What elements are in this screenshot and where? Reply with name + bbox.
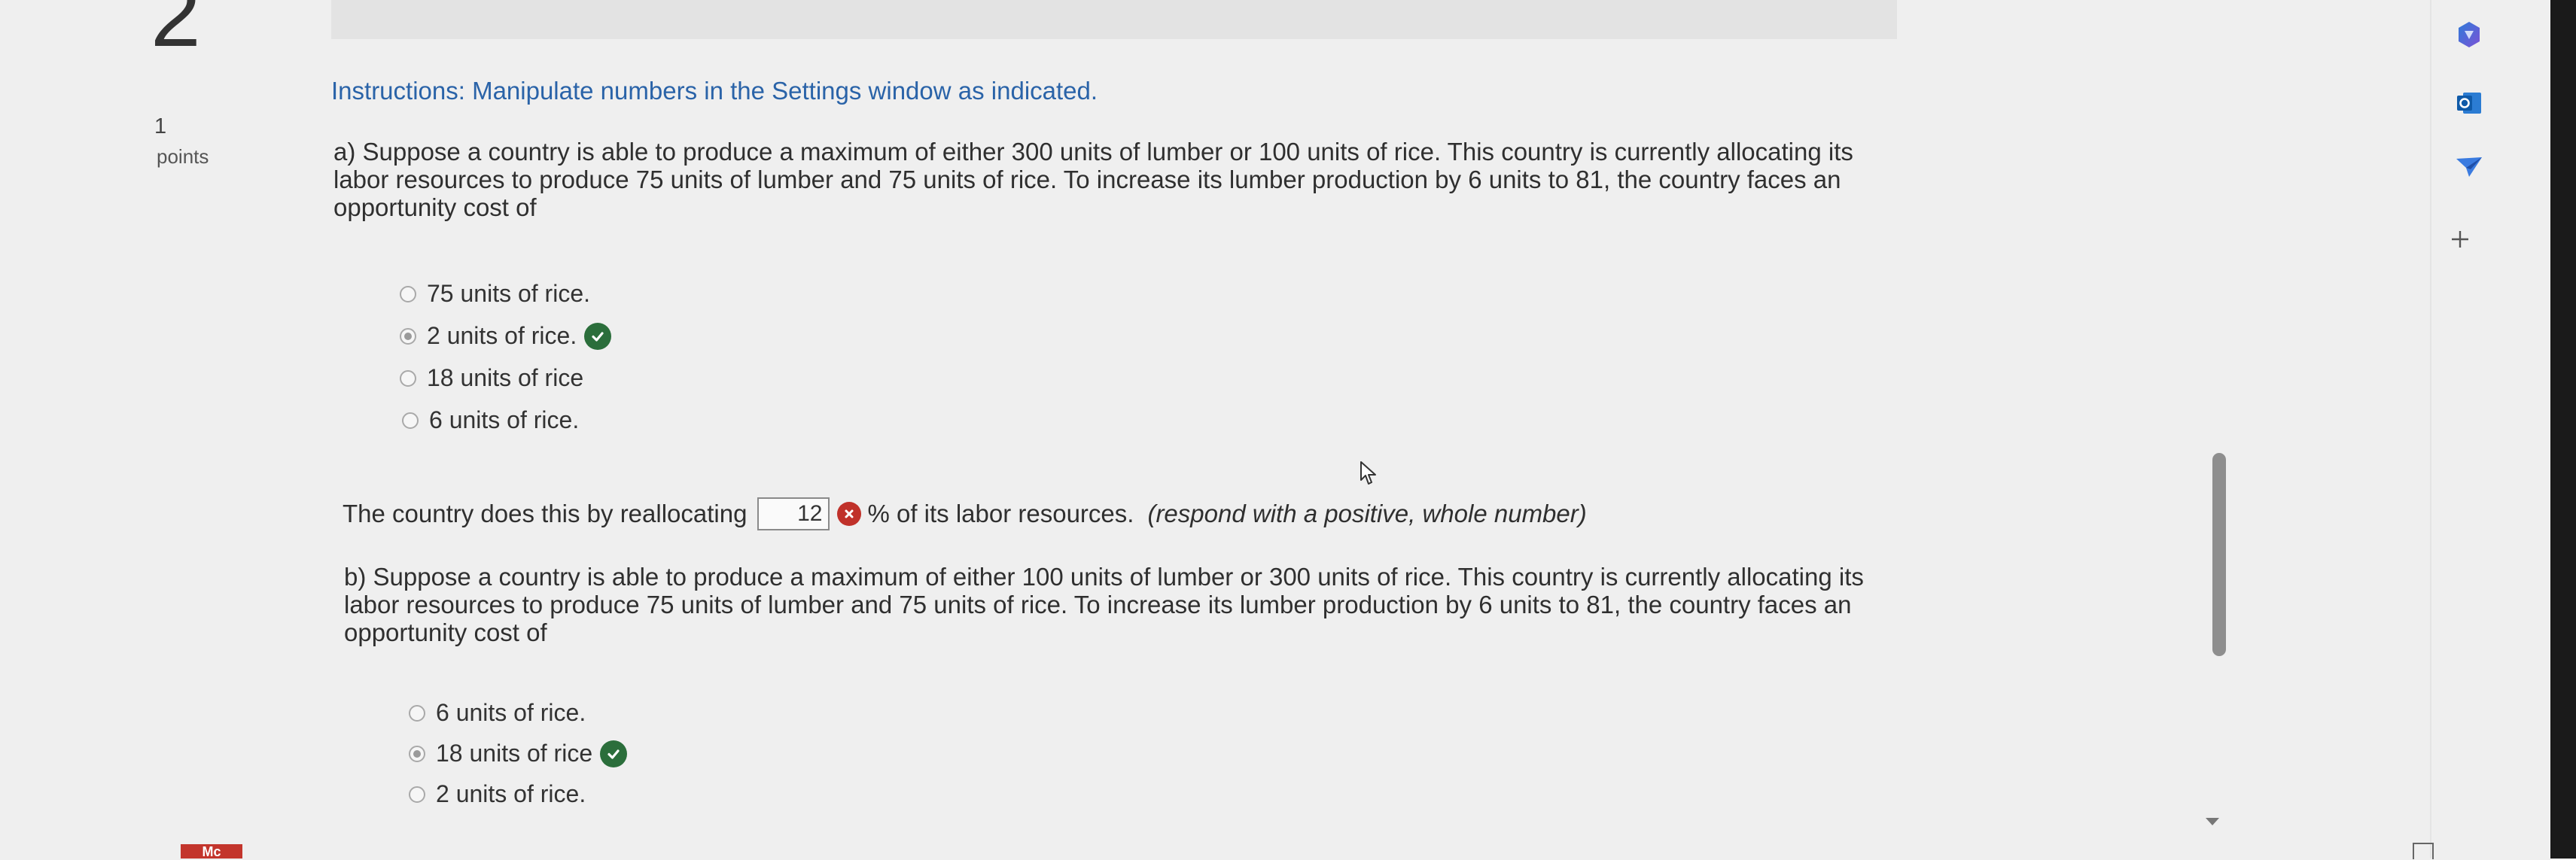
- correct-check-icon: [584, 322, 612, 350]
- radio-button[interactable]: [402, 412, 419, 429]
- option-a3[interactable]: 18 units of rice: [400, 364, 583, 392]
- option-label: 75 units of rice.: [427, 280, 590, 307]
- incorrect-x-icon: [837, 502, 862, 526]
- sidebar-divider: [2430, 0, 2431, 858]
- copilot-icon[interactable]: [2453, 18, 2486, 51]
- option-a1[interactable]: 75 units of rice.: [400, 280, 590, 308]
- scrollbar-thumb[interactable]: [2212, 453, 2226, 656]
- panel-toggle-icon[interactable]: [2413, 843, 2434, 859]
- radio-button[interactable]: [409, 786, 425, 803]
- send-icon[interactable]: [2453, 153, 2486, 181]
- option-a4[interactable]: 6 units of rice.: [402, 406, 579, 434]
- option-label: 2 units of rice.: [436, 780, 586, 807]
- option-b3[interactable]: 2 units of rice.: [409, 780, 586, 808]
- instructions-text: Instructions: Manipulate numbers in the …: [331, 77, 1098, 105]
- option-label: 18 units of rice: [427, 364, 584, 391]
- screen-bezel: [2550, 0, 2576, 858]
- radio-button[interactable]: [409, 704, 425, 722]
- correct-check-icon: [600, 740, 628, 767]
- option-b1[interactable]: 6 units of rice.: [409, 699, 586, 727]
- part-b-question: b) Suppose a country is able to produce …: [344, 563, 1864, 646]
- question-number: 2: [151, 0, 201, 65]
- radio-button-selected[interactable]: [400, 327, 416, 345]
- mouse-cursor-icon: [1360, 460, 1379, 490]
- radio-button[interactable]: [400, 369, 416, 387]
- option-b2[interactable]: 18 units of rice: [409, 740, 628, 767]
- reallocation-sentence: The country does this by reallocating 12…: [343, 497, 1587, 530]
- option-label: 6 units of rice.: [429, 406, 580, 433]
- sentence-suffix: % of its labor resources.: [867, 500, 1134, 527]
- points-label: points: [157, 145, 209, 168]
- sentence-prefix: The country does this by reallocating: [343, 500, 748, 527]
- radio-button-selected[interactable]: [409, 745, 425, 762]
- option-a2[interactable]: 2 units of rice.: [400, 322, 612, 350]
- option-label: 6 units of rice.: [436, 699, 586, 726]
- top-banner: [331, 0, 1897, 39]
- outlook-icon[interactable]: [2453, 87, 2486, 120]
- response-hint: (respond with a positive, whole number): [1147, 500, 1587, 527]
- option-label: 2 units of rice.: [427, 322, 577, 349]
- option-label: 18 units of rice: [436, 740, 593, 767]
- points-value: 1: [154, 114, 167, 138]
- percent-input[interactable]: 12: [757, 497, 830, 530]
- part-a-question: a) Suppose a country is able to produce …: [333, 138, 1853, 221]
- scroll-down-arrow-icon[interactable]: [2204, 816, 2221, 831]
- radio-button[interactable]: [400, 285, 416, 302]
- bottom-tab[interactable]: Mc: [181, 844, 242, 859]
- add-icon[interactable]: [2447, 226, 2474, 253]
